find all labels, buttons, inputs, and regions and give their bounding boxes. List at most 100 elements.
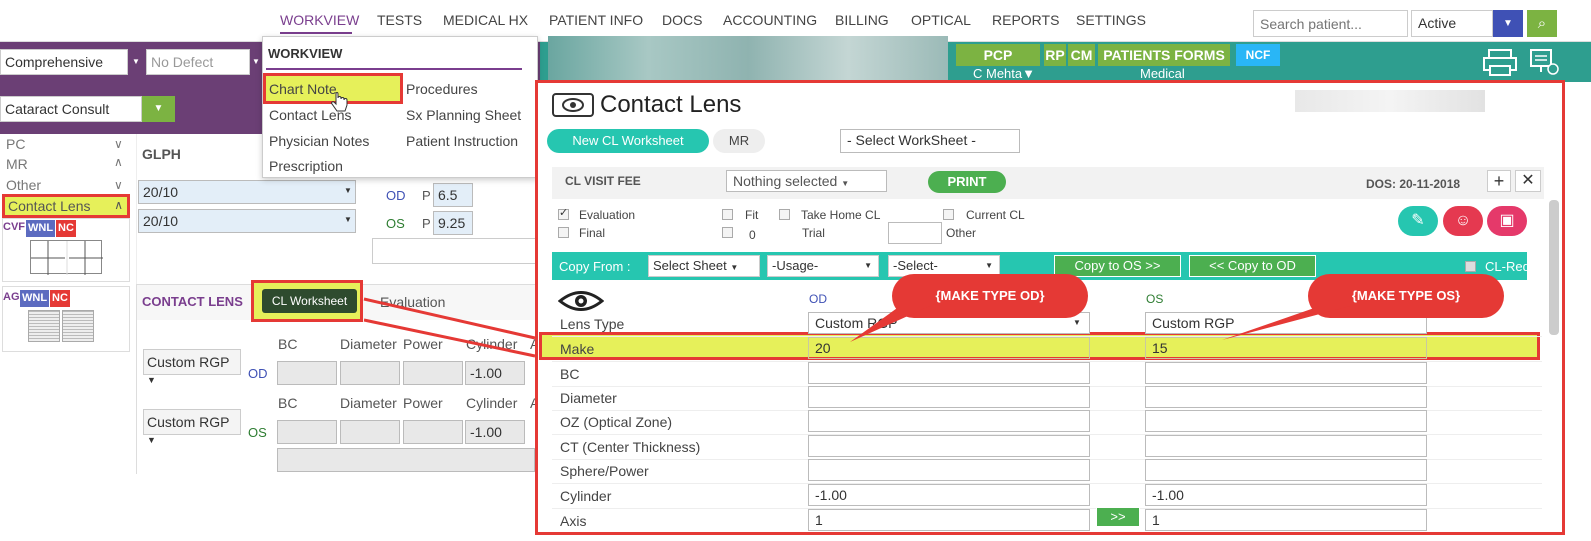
glph-notes[interactable] bbox=[372, 238, 536, 264]
doctor-icon[interactable]: ☺ bbox=[1443, 206, 1483, 236]
chevron-down-icon[interactable]: ∨ bbox=[114, 137, 123, 151]
leftnav-item-contact-lens[interactable]: Contact Lens ∧ bbox=[2, 194, 130, 218]
glph-od-input[interactable]: 6.5 bbox=[433, 183, 473, 207]
amsler-grid-od[interactable] bbox=[28, 310, 60, 342]
os-bc-input[interactable] bbox=[277, 420, 337, 444]
monitor-info-icon[interactable] bbox=[1528, 48, 1560, 76]
visit-fee-select[interactable]: Nothing selected ▼ bbox=[726, 170, 887, 192]
od-row-input[interactable]: 1 bbox=[808, 509, 1090, 531]
leftnav-item-mr[interactable]: MR bbox=[6, 156, 28, 172]
chevron-down-icon[interactable]: ▼ bbox=[128, 49, 144, 75]
visit-type-select[interactable]: Cataract Consult bbox=[0, 96, 142, 122]
os-row-input[interactable]: -1.00 bbox=[1145, 484, 1427, 506]
axis-copy-button[interactable]: >> bbox=[1096, 507, 1140, 527]
exam-type-select[interactable]: Comprehensive bbox=[0, 49, 128, 75]
search-button[interactable]: ⌕ bbox=[1527, 10, 1557, 37]
search-dropdown-button[interactable]: ▼ bbox=[1493, 10, 1523, 37]
usage-dropdown[interactable]: -Usage- ▼ bbox=[767, 255, 879, 277]
menu-item-prescription[interactable]: Prescription bbox=[269, 158, 343, 174]
os-power-input[interactable] bbox=[403, 420, 463, 444]
final-checkbox[interactable] bbox=[558, 227, 569, 238]
dialog-scrollbar[interactable] bbox=[1549, 200, 1559, 335]
nav-settings[interactable]: SETTINGS bbox=[1076, 12, 1146, 28]
evaluation-checkbox[interactable]: ✓ bbox=[558, 207, 569, 220]
cvf-grid[interactable] bbox=[30, 240, 103, 275]
mr-button[interactable]: MR bbox=[713, 129, 765, 153]
wnl-badge[interactable]: WNL bbox=[20, 290, 50, 307]
nav-optical[interactable]: OPTICAL bbox=[911, 12, 971, 28]
os-diameter-input[interactable] bbox=[340, 420, 400, 444]
od-cylinder-input[interactable]: -1.00 bbox=[465, 361, 525, 385]
other-input[interactable] bbox=[888, 222, 942, 244]
glph-os-input[interactable]: 9.25 bbox=[433, 211, 473, 235]
nav-billing[interactable]: BILLING bbox=[835, 12, 889, 28]
od-bc-input[interactable] bbox=[277, 361, 337, 385]
nc-badge[interactable]: NC bbox=[50, 290, 70, 307]
os-row-input[interactable]: 1 bbox=[1145, 509, 1427, 531]
toolbox-icon[interactable]: ▣ bbox=[1487, 206, 1527, 236]
copy-to-od-button[interactable]: << Copy to OD bbox=[1189, 255, 1316, 277]
menu-item-sx-planning-sheet[interactable]: Sx Planning Sheet bbox=[406, 107, 521, 123]
close-icon[interactable]: ✕ bbox=[1515, 170, 1541, 192]
menu-item-patient-instruction[interactable]: Patient Instruction bbox=[406, 133, 518, 149]
tab-ncf[interactable]: NCF bbox=[1236, 44, 1280, 66]
nav-accounting[interactable]: ACCOUNTING bbox=[723, 12, 817, 28]
current-cl-checkbox[interactable] bbox=[943, 209, 954, 220]
cl-worksheet-button[interactable]: CL Worksheet bbox=[262, 289, 357, 313]
os-row-input[interactable] bbox=[1145, 362, 1427, 384]
nav-tests[interactable]: TESTS bbox=[377, 12, 422, 28]
new-cl-worksheet-button[interactable]: New CL Worksheet bbox=[547, 129, 709, 153]
os-row-input[interactable]: 15 bbox=[1145, 337, 1427, 359]
od-diameter-input[interactable] bbox=[340, 361, 400, 385]
select-sheet-dropdown[interactable]: Select Sheet ▼ bbox=[648, 255, 760, 277]
od-row-input[interactable] bbox=[808, 362, 1090, 384]
fit-checkbox[interactable] bbox=[722, 209, 733, 220]
edit-icon[interactable]: ✎ bbox=[1398, 206, 1438, 236]
search-patient-input[interactable] bbox=[1253, 10, 1408, 37]
od-row-input[interactable]: -1.00 bbox=[808, 484, 1090, 506]
leftnav-item-other[interactable]: Other bbox=[6, 177, 41, 193]
glph-row1-select[interactable]: 20/10 bbox=[138, 180, 356, 204]
pcp-name[interactable]: C Mehta▼ bbox=[973, 66, 1035, 81]
os-row-input[interactable] bbox=[1145, 435, 1427, 457]
zero-checkbox[interactable] bbox=[722, 227, 733, 238]
os-row-input[interactable] bbox=[1145, 410, 1427, 432]
od-row-input[interactable] bbox=[808, 435, 1090, 457]
tab-patients-forms[interactable]: PATIENTS FORMS bbox=[1098, 44, 1230, 66]
od-lens-type-select[interactable]: Custom RGP ▼ bbox=[143, 349, 241, 385]
take-home-checkbox[interactable] bbox=[779, 209, 790, 220]
print-button[interactable]: PRINT bbox=[928, 171, 1006, 193]
od-row-input[interactable]: 20 bbox=[808, 337, 1090, 359]
os-row-input[interactable] bbox=[1145, 386, 1427, 408]
nav-docs[interactable]: DOCS bbox=[662, 12, 702, 28]
os-lens-type-select[interactable]: Custom RGP ▼ bbox=[143, 409, 241, 445]
od-row-input[interactable] bbox=[808, 459, 1090, 481]
tab-rp[interactable]: RP bbox=[1044, 44, 1066, 66]
menu-item-physician-notes[interactable]: Physician Notes bbox=[269, 133, 369, 149]
chevron-down-icon[interactable]: ▼ bbox=[250, 49, 262, 75]
cl-req-checkbox[interactable] bbox=[1465, 261, 1476, 272]
tab-cm[interactable]: CM bbox=[1068, 44, 1095, 66]
glph-row2-select[interactable]: 20/10 bbox=[138, 209, 356, 233]
od-power-input[interactable] bbox=[403, 361, 463, 385]
amsler-grid-os[interactable] bbox=[62, 310, 94, 342]
copy-to-os-button[interactable]: Copy to OS >> bbox=[1054, 255, 1181, 277]
chevron-down-icon[interactable]: ∨ bbox=[114, 178, 123, 192]
nav-workview[interactable]: WORKVIEW bbox=[280, 12, 359, 28]
add-icon[interactable]: + bbox=[1487, 170, 1511, 192]
nav-reports[interactable]: REPORTS bbox=[992, 12, 1059, 28]
tab-pcp[interactable]: PCP bbox=[956, 44, 1040, 66]
leftnav-item-pc[interactable]: PC bbox=[6, 136, 25, 152]
chevron-up-icon[interactable]: ∧ bbox=[114, 155, 123, 169]
od-row-input[interactable] bbox=[808, 386, 1090, 408]
nc-badge[interactable]: NC bbox=[56, 220, 76, 237]
evaluation-tab[interactable]: Evaluation bbox=[380, 294, 445, 310]
printer-icon[interactable] bbox=[1482, 48, 1518, 76]
select-worksheet-dropdown[interactable]: - Select WorkSheet - bbox=[840, 129, 1020, 153]
os-cylinder-input[interactable]: -1.00 bbox=[465, 420, 525, 444]
os-row-input[interactable] bbox=[1145, 459, 1427, 481]
nav-medical-hx[interactable]: MEDICAL HX bbox=[443, 12, 528, 28]
defect-select[interactable]: No Defect bbox=[146, 49, 250, 75]
cl-notes-input[interactable] bbox=[277, 448, 535, 472]
status-select[interactable]: Active bbox=[1411, 10, 1493, 37]
